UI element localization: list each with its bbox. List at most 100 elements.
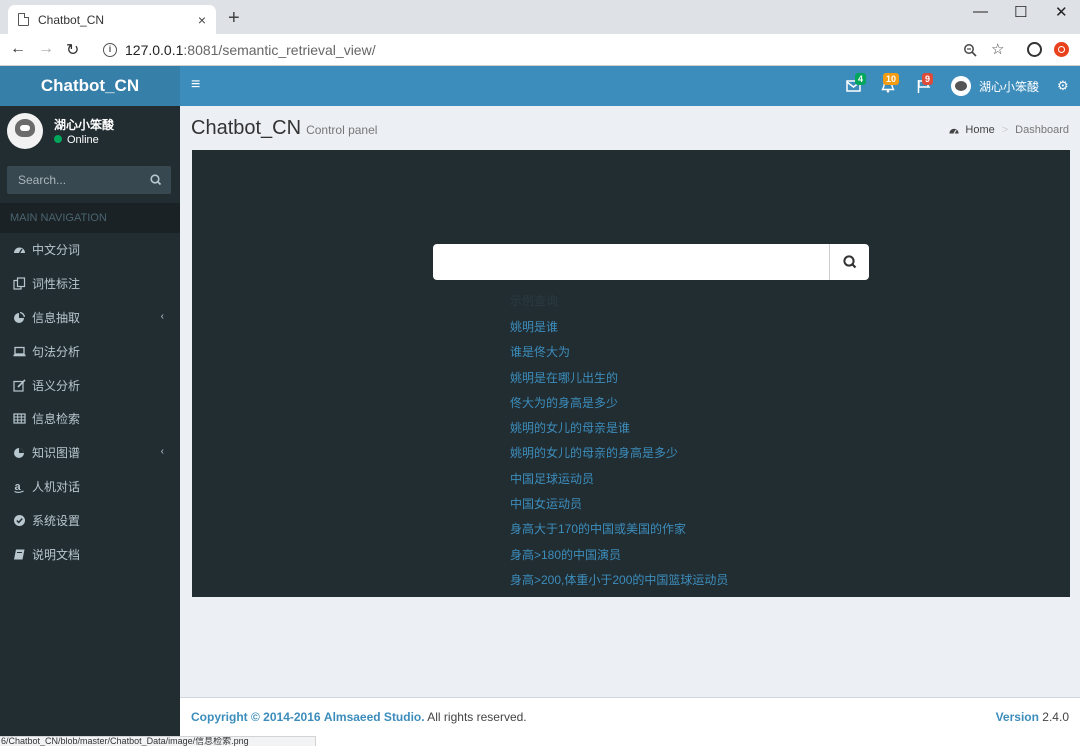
bookmark-star-icon[interactable]: ☆: [991, 40, 1004, 58]
chevron-left-icon: ‹: [160, 445, 164, 457]
sidebar-item-information-retrieval[interactable]: 信息检索: [0, 402, 180, 436]
online-status-label: Online: [67, 134, 99, 146]
cogs-icon[interactable]: ⚙: [1057, 78, 1069, 94]
example-query-link[interactable]: 中国女运动员: [510, 492, 728, 517]
main-navigation-header: MAIN NAVIGATION: [0, 203, 180, 233]
example-queries: 示例查询 姚明是谁 谁是佟大为 姚明是在哪儿出生的 佟大为的身高是多少 姚明的女…: [510, 290, 728, 593]
dashboard-icon: [14, 247, 25, 254]
online-dot-icon: [54, 135, 62, 143]
sidebar-item-semantic-analysis[interactable]: 语义分析: [0, 368, 180, 402]
sidebar-item-label: 句法分析: [32, 344, 81, 359]
amazon-icon: a: [14, 481, 24, 493]
svg-text:a: a: [15, 481, 22, 493]
page-icon: [18, 13, 29, 26]
extension-icon[interactable]: [1054, 42, 1069, 57]
example-query-link[interactable]: 身高大于170的中国或美国的作家: [510, 517, 728, 542]
example-query-link[interactable]: 身高>200,体重小于200的中国篮球运动员: [510, 568, 728, 593]
sidebar-item-label: 说明文档: [32, 547, 81, 562]
breadcrumb-separator: >: [1001, 124, 1009, 136]
example-query-link[interactable]: 姚明的女儿的母亲的身高是多少: [510, 441, 728, 466]
top-navbar: ≡ 4 10 9 湖心小笨酸 ⚙: [180, 66, 1080, 106]
tab-close-icon[interactable]: ×: [198, 12, 206, 28]
new-tab-button[interactable]: +: [228, 7, 240, 30]
table-icon: [13, 413, 26, 424]
example-query-link[interactable]: 佟大为的身高是多少: [510, 391, 728, 416]
sidebar-item-pos-tagging[interactable]: 词性标注: [0, 267, 180, 301]
tasks-badge: 9: [922, 73, 934, 85]
browser-tab[interactable]: Chatbot_CN ×: [8, 5, 216, 34]
sidebar-item-documentation[interactable]: 说明文档: [0, 537, 180, 571]
retrieval-panel: 示例查询 姚明是谁 谁是佟大为 姚明是在哪儿出生的 佟大为的身高是多少 姚明的女…: [192, 150, 1070, 597]
query-input[interactable]: [433, 244, 829, 280]
query-search-group: [433, 244, 869, 280]
sidebar-item-information-extraction[interactable]: 信息抽取 ‹: [0, 301, 180, 335]
breadcrumb-current: Dashboard: [1015, 124, 1069, 136]
sidebar-toggle-icon[interactable]: ≡: [191, 76, 200, 94]
examples-header: 示例查询: [510, 294, 559, 308]
page-title: Chatbot_CN: [191, 117, 302, 139]
browser-status-bar: 6/Chatbot_CN/blob/master/Chatbot_Data/im…: [0, 736, 316, 746]
copyright: Copyright © 2014-2016 Almsaeed Studio. A…: [191, 710, 527, 724]
url-path: :8081/semantic_retrieval_view/: [183, 42, 376, 58]
sidebar-menu: 中文分词 词性标注 信息抽取 ‹ 句法分析 语义分析 信息检索 知识图谱 ‹ a…: [0, 233, 180, 571]
tab-title: Chatbot_CN: [38, 12, 105, 27]
sidebar-item-syntax-analysis[interactable]: 句法分析: [0, 334, 180, 368]
info-icon[interactable]: i: [103, 43, 117, 57]
address-bar[interactable]: i 127.0.0.1:8081/semantic_retrieval_view…: [94, 38, 994, 62]
reload-icon[interactable]: ↻: [66, 40, 79, 60]
sidebar-item-label: 词性标注: [32, 277, 81, 292]
sidebar-search-input[interactable]: [7, 166, 143, 194]
sidebar-item-knowledge-graph[interactable]: 知识图谱 ‹: [0, 436, 180, 470]
search-icon: [843, 255, 857, 269]
minimize-button[interactable]: —: [973, 3, 988, 20]
search-icon[interactable]: [147, 171, 165, 189]
sidebar-item-label: 语义分析: [32, 378, 81, 393]
sidebar-item-settings[interactable]: 系统设置: [0, 503, 180, 537]
zoom-icon[interactable]: [963, 43, 977, 57]
version-number: 2.4.0: [1042, 710, 1069, 724]
sidebar-item-label: 信息检索: [32, 412, 81, 427]
sidebar: 湖心小笨酸 Online MAIN NAVIGATION 中文分词 词性标注 信…: [0, 106, 180, 746]
example-query-link[interactable]: 中国足球运动员: [510, 467, 728, 492]
notifications-badge: 10: [883, 73, 900, 85]
breadcrumb-home-link[interactable]: Home: [965, 124, 994, 136]
chevron-left-icon: ‹: [160, 310, 164, 322]
rights-text: All rights reserved.: [427, 710, 527, 724]
sidebar-item-label: 知识图谱: [32, 446, 81, 461]
book-icon: [14, 549, 25, 560]
content-header: Chatbot_CN Control panel: [191, 117, 377, 140]
query-search-button[interactable]: [829, 244, 869, 280]
user-avatar-small[interactable]: [951, 76, 971, 96]
sidebar-item-word-segmentation[interactable]: 中文分词: [0, 233, 180, 267]
close-window-button[interactable]: ✕: [1055, 3, 1068, 21]
user-panel: 湖心小笨酸 Online: [0, 106, 180, 158]
sidebar-item-dialogue[interactable]: a 人机对话: [0, 470, 180, 504]
online-status: Online: [54, 134, 99, 146]
example-query-link[interactable]: 姚明的女儿的母亲是谁: [510, 416, 728, 441]
dashboard-icon: [949, 128, 960, 134]
check-circle-icon: [14, 514, 25, 526]
example-query-link[interactable]: 姚明是谁: [510, 315, 728, 340]
browser-toolbar: ← → ↻ i 127.0.0.1:8081/semantic_retrieva…: [0, 34, 1080, 66]
laptop-icon: [13, 346, 26, 357]
sidebar-item-label: 信息抽取: [32, 310, 81, 325]
example-query-link[interactable]: 谁是佟大为: [510, 340, 728, 365]
pie-chart-icon: [14, 448, 24, 459]
page-subtitle: Control panel: [306, 123, 378, 137]
profile-icon[interactable]: [1027, 42, 1042, 57]
version-label: Version: [995, 710, 1039, 724]
sidebar-search: [7, 166, 171, 194]
app-logo[interactable]: Chatbot_CN: [0, 66, 180, 106]
forward-icon[interactable]: →: [38, 40, 54, 58]
example-query-link[interactable]: 身高>180的中国演员: [510, 543, 728, 568]
breadcrumb: Home > Dashboard: [948, 124, 1069, 136]
url-host: 127.0.0.1: [125, 42, 184, 58]
messages-badge: 4: [855, 73, 867, 85]
maximize-button[interactable]: ☐: [1014, 3, 1027, 21]
sidebar-item-label: 系统设置: [32, 513, 81, 528]
sidebar-item-label: 人机对话: [32, 479, 81, 494]
user-menu-name[interactable]: 湖心小笨酸: [979, 78, 1039, 95]
example-query-link[interactable]: 姚明是在哪儿出生的: [510, 366, 728, 391]
back-icon[interactable]: ←: [10, 40, 26, 58]
brand-link[interactable]: Almsaeed Studio.: [324, 710, 425, 724]
